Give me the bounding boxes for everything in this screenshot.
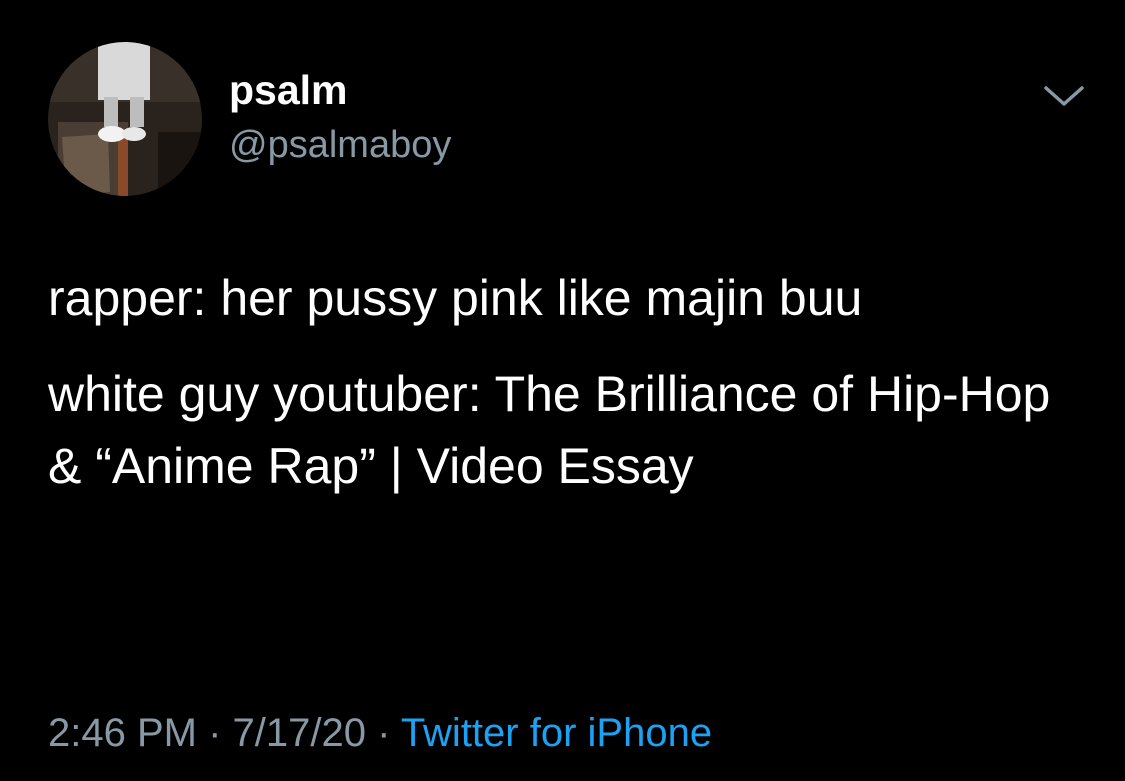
user-handle[interactable]: @psalmaboy [229,126,451,164]
tweet-paragraph: white guy youtuber: The Brilliance of Hi… [48,366,1051,494]
tweet-meta: 2:46 PM · 7/17/20 · Twitter for iPhone [48,713,712,753]
meta-separator: · [365,711,401,755]
tweet-text: rapper: her pussy pink like majin buu wh… [48,262,1088,502]
tweet-time: 2:46 PM [48,711,197,755]
tweet-date[interactable]: 7/17/20 [233,711,366,755]
avatar[interactable] [48,42,202,196]
source-link[interactable]: Twitter for iPhone [401,711,712,755]
avatar-photo [48,42,202,196]
chevron-down-icon[interactable] [1042,80,1086,110]
display-name[interactable]: psalm [229,70,348,111]
previous-item-edge [0,0,1125,8]
tweet-paragraph: rapper: her pussy pink like majin buu [48,270,863,326]
meta-separator: · [196,711,233,755]
